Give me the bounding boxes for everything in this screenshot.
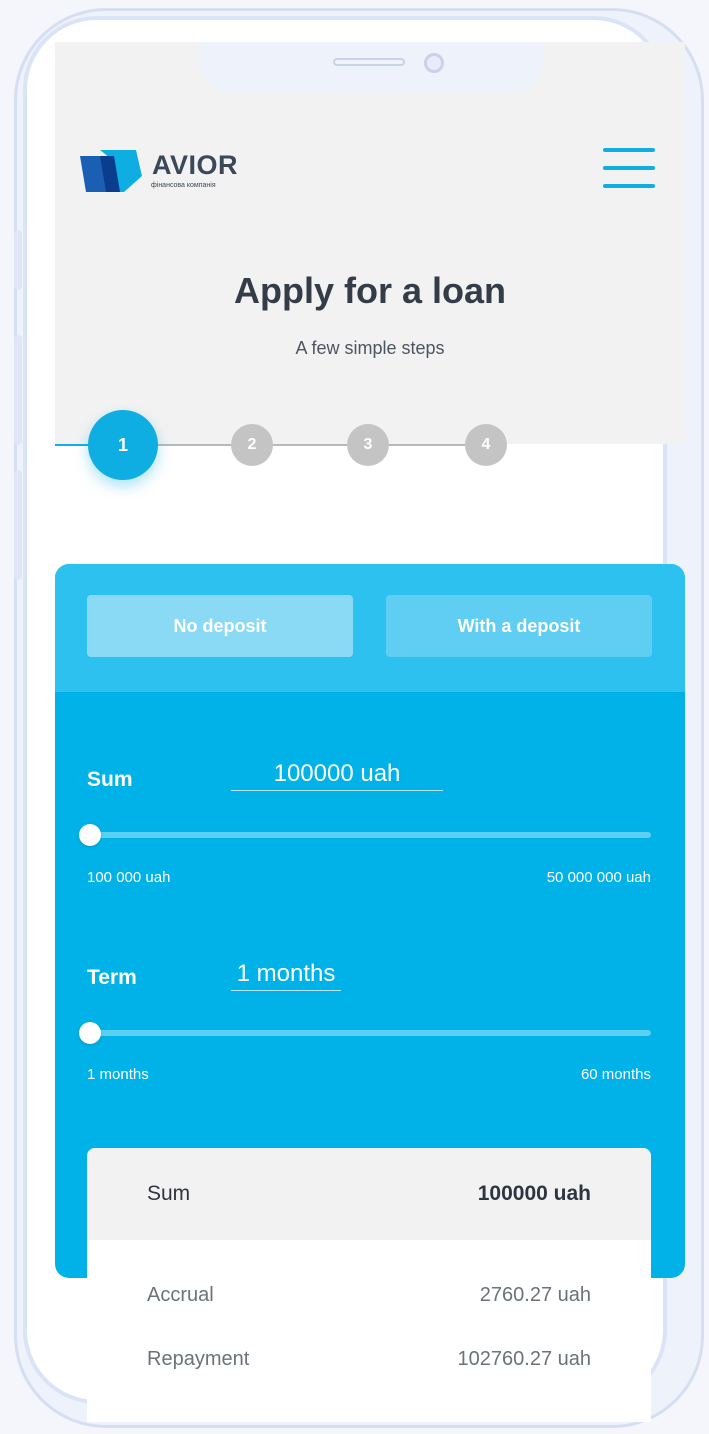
deposit-tabs: No deposit With a deposit [55,564,685,692]
brand-tagline: фінансова компанія [151,182,216,189]
step-2[interactable]: 2 [231,424,273,466]
term-slider-thumb[interactable] [79,1022,101,1044]
stepper-line [158,444,231,446]
summary-header: Sum 100000 uah [87,1148,651,1240]
speaker-icon [333,58,405,66]
avior-logo-icon [80,150,142,192]
page-subtitle: A few simple steps [295,338,445,358]
phone-notch [200,42,543,94]
camera-icon [424,53,444,73]
sum-input[interactable]: 100000 uah [231,760,443,791]
phone-screen: AVIOR фінансова компанія Apply for a loa… [55,42,685,1422]
phone-volume-down-button [14,470,22,580]
summary-sum-label: Sum [147,1182,191,1205]
term-min-label: 1 months [87,1066,149,1083]
brand-logo[interactable]: AVIOR фінансова компанія [80,146,280,202]
step-1[interactable]: 1 [88,410,158,480]
sum-max-label: 50 000 000 uah [546,869,651,886]
sum-label: Sum [87,768,133,791]
term-max-label: 60 months [580,1066,651,1083]
tab-with-deposit[interactable]: With a deposit [386,595,652,657]
header-area [55,42,685,444]
hamburger-menu-icon[interactable] [603,148,655,188]
menu-line [603,184,655,188]
sum-slider-track[interactable] [87,832,651,838]
term-input[interactable]: 1 months [231,960,341,991]
summary-sum-value: 100000 uah [477,1182,591,1205]
menu-line [603,148,655,152]
phone-side-button [14,230,22,290]
repayment-value: 102760.27 uah [457,1348,591,1370]
page-title: Apply for a loan [233,270,507,311]
accrual-value: 2760.27 uah [479,1284,591,1306]
tab-no-deposit[interactable]: No deposit [87,595,353,657]
loan-summary-card: Sum 100000 uah Accrual 2760.27 uah Repay… [87,1148,651,1422]
step-4[interactable]: 4 [465,424,507,466]
sum-slider-thumb[interactable] [79,824,101,846]
step-3[interactable]: 3 [347,424,389,466]
repayment-label: Repayment [147,1348,250,1370]
stepper-line [389,444,465,446]
menu-line [603,166,655,170]
term-slider-track[interactable] [87,1030,651,1036]
sum-min-label: 100 000 uah [87,869,171,886]
term-label: Term [87,966,137,989]
phone-volume-up-button [14,335,22,445]
stepper-line [273,444,347,446]
accrual-label: Accrual [147,1284,214,1306]
brand-name: AVIOR [152,150,239,180]
